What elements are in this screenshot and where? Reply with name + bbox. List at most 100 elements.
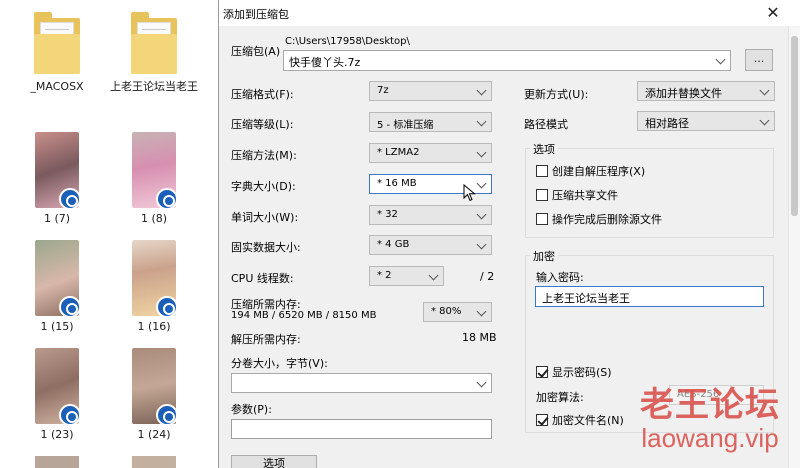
split-size-combo[interactable] [231,373,492,393]
show-password-checkbox[interactable]: 显示密码(S) [536,364,612,380]
desktop-item-label: 上老王论坛当老王 [110,80,198,93]
video-thumbnail [35,240,79,316]
decompress-memory-value: 18 MB [462,331,497,344]
method-value: * LZMA2 [377,147,420,158]
desktop-video-file[interactable]: 1 (24) [109,348,199,442]
desktop-item-label: 1 (23) [40,428,74,441]
password-input[interactable]: 上老王论坛当老王 [535,286,764,307]
solid-label: 固实数据大小: [231,241,301,254]
level-label: 压缩等级(L): [231,118,294,131]
method-select[interactable]: * LZMA2 [369,143,492,163]
dialog-title: 添加到压缩包 [223,8,289,21]
options-button[interactable]: 选项 [231,455,317,468]
update-mode-value: 添加并替换文件 [645,87,722,100]
encrypt-names-label: 加密文件名(N) [552,414,624,427]
desktop-item-label: _MACOSX [30,80,84,93]
update-mode-label: 更新方式(U): [524,88,589,101]
desktop-video-file[interactable]: 1 (8) [109,132,199,226]
archive-path: C:\Users\17958\Desktop\ [285,36,410,47]
video-player-icon [59,404,79,424]
path-mode-value: 相对路径 [645,117,689,130]
cpu-label: CPU 线程数: [231,272,294,285]
split-size-label: 分卷大小，字节(V): [231,357,328,370]
encryption-group-title: 加密 [530,248,558,264]
create-sfx-label: 创建自解压程序(X) [552,165,646,178]
desktop: _MACOSX 上老王论坛当老王 1 (7) 1 (8) 1 (15) 1 (1… [0,0,218,468]
chevron-down-icon [759,115,770,126]
scrollbar-thumb[interactable] [791,36,798,216]
create-sfx-checkbox[interactable]: 创建自解压程序(X) [536,163,645,179]
desktop-video-file[interactable]: 1 (7) [12,132,102,226]
password-label: 输入密码: [536,271,584,284]
dict-label: 字典大小(D): [231,180,296,193]
desktop-folder-macosx[interactable]: _MACOSX [12,12,102,94]
archive-name-combo[interactable]: 快手傻丫头.7z [283,50,731,71]
word-label: 单词大小(W): [231,211,299,224]
method-label: 压缩方法(M): [231,149,297,162]
checkbox-box [536,213,548,225]
format-value: 7z [377,85,389,96]
chevron-down-icon [476,209,487,220]
level-select[interactable]: 5 - 标准压缩 [369,112,492,132]
chevron-down-icon [759,85,770,96]
video-player-icon [59,188,79,208]
add-to-archive-dialog: 添加到压缩包 ✕ 压缩包(A) C:\Users\17958\Desktop\ … [218,0,800,468]
word-value: * 32 [377,209,398,220]
encryption-method-select[interactable]: AES-256 [669,385,764,405]
video-thumbnail [132,348,176,424]
options-group-title: 选项 [530,141,558,157]
desktop-video-file[interactable]: 1 (16) [109,240,199,334]
cpu-threads-select[interactable]: * 2 [369,266,444,286]
chevron-down-icon [428,270,439,281]
scrollbar[interactable] [788,26,800,468]
checkbox-checked [536,414,548,426]
word-size-select[interactable]: * 32 [369,205,492,225]
title-bar[interactable]: 添加到压缩包 ✕ [219,0,800,26]
dict-value: * 16 MB [377,178,417,189]
cpu-value: * 2 [377,270,392,281]
chevron-down-icon [476,178,487,189]
video-thumbnail-partial [132,456,176,468]
browse-button[interactable]: ... [745,49,773,71]
chevron-down-icon [476,147,487,158]
video-thumbnail [132,132,176,208]
archive-name-value: 快手傻丫头.7z [289,56,361,69]
desktop-item-label: 1 (24) [137,428,171,441]
format-select[interactable]: 7z [369,81,492,101]
params-label: 参数(P): [231,403,272,416]
solid-value: * 4 GB [377,239,410,250]
desktop-item-label: 1 (7) [43,212,71,225]
encrypt-names-checkbox[interactable]: 加密文件名(N) [536,412,624,428]
video-thumbnail [35,132,79,208]
compress-shared-checkbox[interactable]: 压缩共享文件 [536,187,618,203]
folder-icon [34,12,80,76]
video-player-icon [156,404,176,424]
video-thumbnail-partial [35,456,79,468]
desktop-item-label: 1 (16) [137,320,171,333]
video-player-icon [59,296,79,316]
desktop-item-label: 1 (8) [140,212,168,225]
video-player-icon [156,188,176,208]
update-mode-select[interactable]: 添加并替换文件 [637,81,775,101]
checkbox-checked [536,366,548,378]
compress-shared-label: 压缩共享文件 [552,189,618,202]
path-mode-select[interactable]: 相对路径 [637,111,775,131]
checkbox-box [536,165,548,177]
video-player-icon [156,296,176,316]
solid-size-select[interactable]: * 4 GB [369,235,492,255]
delete-after-checkbox[interactable]: 操作完成后删除源文件 [536,211,662,227]
folder-icon [131,12,177,76]
close-icon[interactable]: ✕ [762,3,784,23]
chevron-down-icon [476,116,487,127]
params-input[interactable] [231,419,492,439]
encryption-method-value: AES-256 [677,389,720,400]
level-value: 5 - 标准压缩 [377,120,434,131]
show-password-label: 显示密码(S) [552,366,612,379]
decompress-memory-label: 解压所需内存: [231,333,301,346]
memory-percent-select[interactable]: * 80% [423,302,492,322]
desktop-folder-laowang[interactable]: 上老王论坛当老王 [109,12,199,94]
desktop-video-file[interactable]: 1 (23) [12,348,102,442]
checkbox-box [536,189,548,201]
chevron-down-icon [476,306,487,317]
desktop-video-file[interactable]: 1 (15) [12,240,102,334]
